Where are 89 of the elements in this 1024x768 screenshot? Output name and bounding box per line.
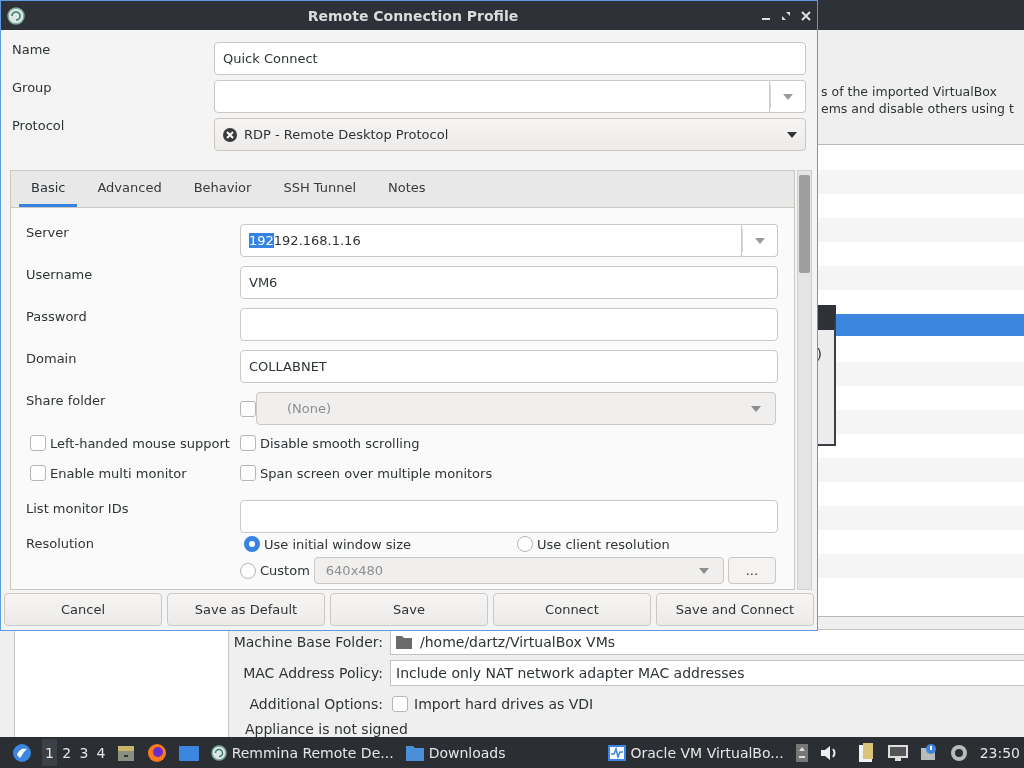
dropdown[interactable]: Include only NAT network adapter MAC addresses — [390, 660, 1024, 686]
caret-icon — [787, 131, 797, 138]
field-label: Additional Options: — [248, 696, 384, 713]
folder-icon — [405, 744, 424, 761]
dialog-button[interactable]: Save — [330, 593, 488, 626]
field-label: MAC Address Policy: — [242, 665, 384, 681]
text-field[interactable]: VM6 — [240, 266, 778, 299]
description-text: ems and disable others using t — [821, 100, 1015, 117]
workspace-button[interactable]: 2 — [59, 739, 75, 766]
tab[interactable]: Advanced — [85, 171, 174, 207]
taskbar-button[interactable]: Oracle VM VirtualBo... — [601, 738, 790, 767]
field-label: Domain — [26, 350, 78, 366]
checkbox-label: Disable smooth scrolling — [260, 435, 420, 451]
network-icon[interactable] — [887, 744, 908, 761]
tab[interactable]: Basic — [19, 171, 78, 207]
speaker-icon[interactable] — [819, 744, 838, 761]
field-label: Resolution — [26, 536, 95, 551]
taskbar-button[interactable]: Downloads — [399, 738, 512, 767]
close-icon[interactable] — [801, 10, 811, 21]
description-text: s of the imported VirtualBox — [821, 83, 998, 100]
caret-icon — [751, 405, 761, 412]
status-text: Appliance is not signed — [244, 721, 409, 737]
radio-label: Use initial window size — [264, 536, 411, 552]
browser-icon[interactable] — [146, 742, 167, 763]
radio-button[interactable] — [244, 536, 260, 552]
tab[interactable]: SSH Tunnel — [271, 171, 369, 207]
start-menu-icon[interactable] — [12, 742, 32, 763]
checkbox-label: Left-handed mouse support — [50, 435, 230, 451]
dialog-button[interactable]: Save and Connect — [656, 593, 814, 626]
tab[interactable]: Notes — [376, 171, 438, 207]
field-label: Machine Base Folder: — [232, 633, 384, 650]
checkbox[interactable] — [240, 435, 256, 451]
caret-icon — [782, 93, 793, 100]
workspace-button[interactable]: 1 — [42, 739, 58, 766]
file-cabinet-icon[interactable] — [116, 743, 135, 762]
folder-field[interactable]: /home/dartz/VirtualBox VMs — [390, 628, 1024, 655]
field-label: Password — [26, 308, 88, 324]
scrollbar[interactable] — [797, 170, 812, 590]
dropdown-button[interactable] — [742, 224, 778, 257]
checkbox-label: Import hard drives as VDI — [414, 696, 594, 713]
folder-icon — [396, 634, 412, 649]
workspace-button[interactable]: 4 — [93, 739, 109, 766]
taskbar-button[interactable]: Remmina Remote De... — [204, 738, 400, 767]
tab[interactable]: Behavior — [181, 171, 264, 207]
caret-icon — [754, 237, 765, 244]
field-label: Server — [26, 224, 70, 240]
dialog-button[interactable]: Cancel — [4, 593, 162, 626]
notification-icon[interactable] — [919, 743, 938, 762]
window-icon[interactable] — [178, 743, 199, 762]
radio-label: Use client resolution — [537, 536, 670, 552]
checkbox[interactable] — [30, 465, 46, 481]
cross-circle-icon — [223, 127, 237, 142]
text-field[interactable]: 192192.168.1.16 — [240, 224, 742, 257]
checkbox[interactable] — [392, 696, 408, 713]
checkbox[interactable] — [240, 465, 256, 481]
radio-button[interactable] — [240, 562, 256, 579]
workspace-button[interactable]: 3 — [76, 739, 92, 766]
checkbox-label: Span screen over multiple monitors — [260, 465, 493, 481]
field-label: Protocol — [12, 118, 66, 133]
clock: 23:50 — [979, 744, 1020, 761]
field-label: List monitor IDs — [26, 500, 130, 516]
text-field[interactable] — [240, 500, 778, 533]
scrollbar-thumb[interactable] — [799, 175, 810, 273]
dropdown[interactable]: RDP - Remote Desktop Protocol — [214, 118, 806, 151]
field-label: Username — [26, 266, 94, 282]
field-label: Share folder — [26, 392, 107, 408]
monitor-icon — [607, 744, 626, 761]
caret-icon — [698, 567, 709, 574]
text-field[interactable]: COLLABNET — [240, 350, 778, 383]
maximize-icon[interactable] — [781, 10, 791, 21]
text-field[interactable] — [214, 80, 770, 113]
checkbox-label: Enable multi monitor — [50, 465, 187, 481]
drive-icon[interactable] — [795, 743, 808, 762]
app-icon — [210, 744, 227, 761]
dialog-button[interactable]: Save as Default — [167, 593, 325, 626]
popup-text: ) — [816, 346, 822, 363]
checkbox[interactable] — [30, 435, 46, 451]
window-title: Remote Connection Profile — [306, 7, 520, 24]
app-icon — [7, 6, 25, 25]
clipboard-icon[interactable] — [857, 742, 876, 763]
radio-button[interactable] — [517, 536, 533, 552]
text-field[interactable] — [240, 308, 778, 341]
field-label: Name — [12, 42, 52, 57]
radio-label: Custom — [260, 563, 310, 578]
browse-button[interactable]: ... — [727, 557, 776, 584]
field-label: Group — [12, 80, 53, 95]
text-field[interactable]: Quick Connect — [214, 42, 806, 75]
dialog-button[interactable]: Connect — [493, 593, 651, 626]
dropdown-button[interactable] — [770, 80, 806, 113]
